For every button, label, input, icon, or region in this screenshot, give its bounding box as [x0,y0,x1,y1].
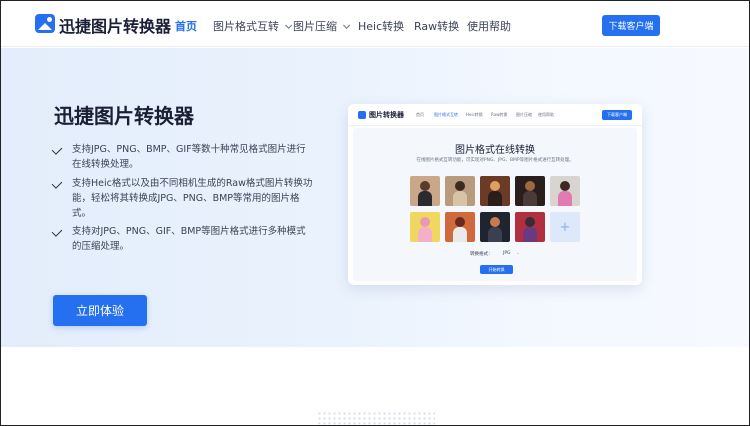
preview-nav-item: 使用帮助 [538,112,554,117]
image-thumbnail [445,212,475,242]
nav-item-label: 图片压缩 [293,20,337,33]
feature-text: 支持JPG、PNG、BMP、GIF等数十种常见格式图片进行在线转换处理。 [72,144,306,170]
preview-logo-icon [358,111,366,119]
chevron-down-icon: ⌄ [515,251,520,256]
image-thumbnail [515,176,545,206]
nav-item-label: 使用帮助 [467,20,511,33]
nav-item-help[interactable]: 使用帮助 [467,18,511,34]
nav-item-label: Raw转换 [414,20,460,33]
image-thumbnail [445,176,475,206]
chevron-down-icon [343,21,351,29]
nav-item-format-convert[interactable]: 图片格式互转 [213,18,293,34]
preview-format-value: JPG [503,251,511,256]
preview-nav-item: 图片格式互转 [434,112,458,117]
top-nav: 迅捷图片转换器 首页 图片格式互转 图片压缩 Heic转换 Raw转换 使用帮助… [1,1,749,47]
hero-section: 迅捷图片转换器 支持JPG、PNG、BMP、GIF等数十种常见格式图片进行在线转… [1,48,749,347]
preview-download-button: 下载客户端 [602,110,632,120]
nav-item-home[interactable]: 首页 [175,18,197,34]
download-client-button[interactable]: 下载客户端 [602,15,660,36]
preview-body: 图片格式在线转换 在线图片格式互转功能，可实现对PNG、JPG、BMP等图片格式… [353,128,637,281]
preview-nav-item: 图片压缩 [516,112,532,117]
app-logo-icon[interactable] [35,14,55,33]
feature-text: 支持Heic格式以及由不同相机生成的Raw格式图片转换功能，轻松将其转换成JPG… [72,178,313,219]
image-thumbnail [515,212,545,242]
image-thumbnail [410,176,440,206]
preview-nav-item: Raw转换 [491,112,508,117]
try-now-button[interactable]: 立即体验 [53,295,147,326]
image-thumbnail [550,176,580,206]
nav-item-compress[interactable]: 图片压缩 [293,18,351,34]
preview-nav-item: Heic转换 [466,112,483,117]
preview-brand: 图片转换器 [369,111,404,119]
dot-pattern-decoration [317,411,435,425]
nav-item-label: 首页 [175,20,197,33]
image-thumbnail [480,212,510,242]
chevron-down-icon [285,21,293,29]
add-image-icon: + [550,212,580,242]
preview-subtitle: 在线图片格式互转功能，可实现对PNG、JPG、BMP等图片格式进行互转处理。 [416,158,574,163]
image-thumbnail [480,176,510,206]
preview-format-label: 转换格式： [470,252,493,257]
content-section [1,347,749,425]
brand-name[interactable]: 迅捷图片转换器 [59,13,171,37]
image-thumbnail [410,212,440,242]
feature-item: 支持Heic格式以及由不同相机生成的Raw格式图片转换功能，轻松将其转换成JPG… [51,176,314,221]
preview-format-select: JPG ⌄ [503,251,520,256]
preview-nav: 图片转换器 首页 图片格式互转 Heic转换 Raw转换 图片压缩 使用帮助 下… [348,104,642,126]
feature-item: 支持JPG、PNG、BMP、GIF等数十种常见格式图片进行在线转换处理。 [51,142,314,172]
preview-title: 图片格式在线转换 [455,145,535,156]
feature-item: 支持对JPG、PNG、GIF、BMP等图片格式进行多种模式的压缩处理。 [51,224,314,254]
nav-item-raw[interactable]: Raw转换 [414,18,459,34]
preview-nav-item: 首页 [416,112,424,117]
product-preview: 图片转换器 首页 图片格式互转 Heic转换 Raw转换 图片压缩 使用帮助 下… [348,104,642,285]
nav-item-label: Heic转换 [358,20,405,33]
hero-title: 迅捷图片转换器 [54,104,194,128]
nav-item-label: 图片格式互转 [213,20,279,33]
feature-text: 支持对JPG、PNG、GIF、BMP等图片格式进行多种模式的压缩处理。 [72,226,306,252]
nav-item-heic[interactable]: Heic转换 [358,18,404,34]
preview-start-button: 开始转换 [480,265,513,274]
